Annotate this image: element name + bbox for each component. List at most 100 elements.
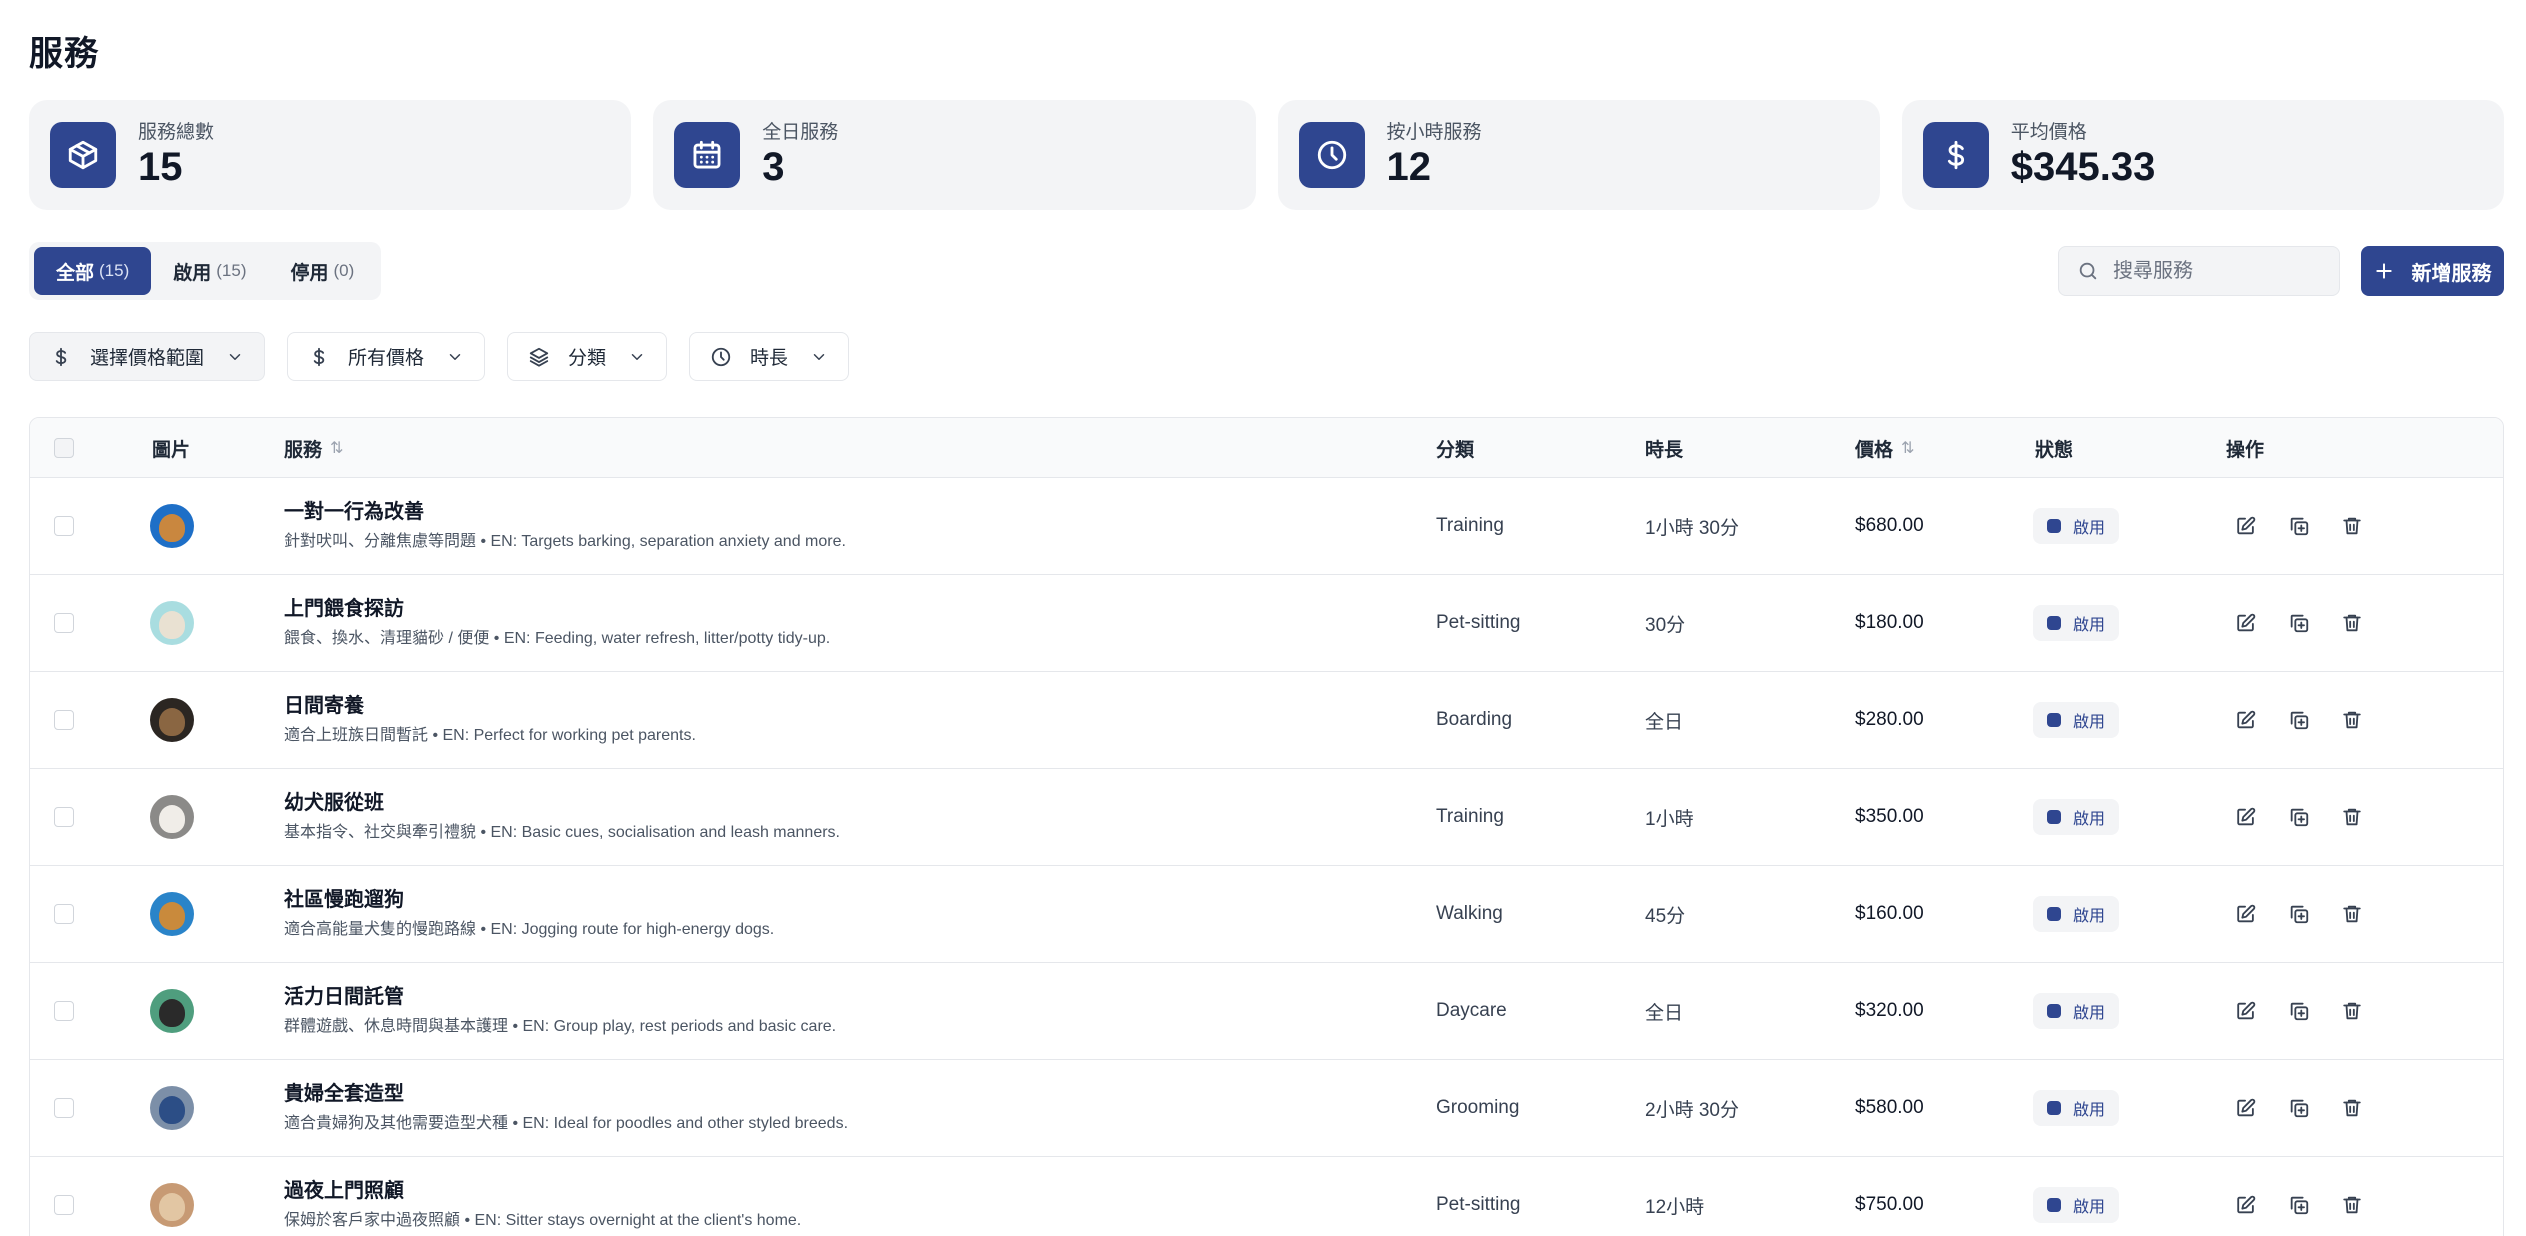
table-row[interactable]: 社區慢跑遛狗 適合高能量犬隻的慢跑路線 • EN: Jogging route … bbox=[30, 866, 2503, 963]
stats-row: 服務總數 15 全日服務 3 按小時服務 12 平均價格 $345.33 bbox=[29, 100, 2504, 210]
duplicate-button[interactable] bbox=[2283, 898, 2315, 930]
service-name[interactable]: 社區慢跑遛狗 bbox=[284, 886, 774, 914]
duplicate-button[interactable] bbox=[2283, 801, 2315, 833]
edit-button[interactable] bbox=[2230, 801, 2262, 833]
status-label: 啟用 bbox=[2073, 714, 2106, 731]
edit-button[interactable] bbox=[2230, 1189, 2262, 1221]
price-range-filter[interactable]: 選擇價格範圍 bbox=[29, 332, 266, 381]
service-category: Pet-sitting bbox=[1436, 612, 1521, 633]
service-name[interactable]: 上門餵食探訪 bbox=[284, 595, 830, 623]
row-checkbox[interactable] bbox=[54, 1001, 74, 1021]
row-checkbox[interactable] bbox=[54, 807, 74, 827]
delete-button[interactable] bbox=[2336, 1092, 2368, 1124]
service-duration: 1小時 30分 bbox=[1645, 517, 1739, 539]
stat-card-average-price: 平均價格 $345.33 bbox=[1901, 100, 2504, 210]
filter-label: 分類 bbox=[568, 348, 607, 369]
table-row[interactable]: 日間寄養 適合上班族日間暫託 • EN: Perfect for working… bbox=[30, 672, 2503, 769]
service-name[interactable]: 日間寄養 bbox=[284, 692, 696, 720]
delete-button[interactable] bbox=[2336, 995, 2368, 1027]
service-duration: 45分 bbox=[1645, 905, 1686, 927]
service-duration: 30分 bbox=[1645, 614, 1686, 636]
status-dot bbox=[2047, 616, 2061, 630]
service-duration: 12小時 bbox=[1645, 1196, 1705, 1218]
edit-button[interactable] bbox=[2230, 607, 2262, 639]
row-checkbox[interactable] bbox=[54, 710, 74, 730]
copy-plus-icon bbox=[2290, 614, 2309, 633]
service-name[interactable]: 一對一行為改善 bbox=[284, 498, 846, 526]
price-filter[interactable]: 所有價格 bbox=[287, 332, 486, 381]
edit-button[interactable] bbox=[2230, 510, 2262, 542]
tab-all[interactable]: 全部 (15) bbox=[34, 247, 152, 295]
tab-inactive[interactable]: 停用 (0) bbox=[269, 247, 377, 295]
duplicate-button[interactable] bbox=[2283, 510, 2315, 542]
duplicate-button[interactable] bbox=[2283, 995, 2315, 1027]
status-badge: 啟用 bbox=[2033, 1090, 2120, 1126]
copy-plus-icon bbox=[2290, 1002, 2309, 1021]
edit-button[interactable] bbox=[2230, 704, 2262, 736]
column-label: 服務 bbox=[284, 439, 323, 461]
service-name[interactable]: 幼犬服從班 bbox=[284, 789, 840, 817]
table-row[interactable]: 上門餵食探訪 餵食、換水、清理貓砂 / 便便 • EN: Feeding, wa… bbox=[30, 575, 2503, 672]
service-price: $180.00 bbox=[1855, 612, 1924, 633]
delete-button[interactable] bbox=[2336, 704, 2368, 736]
edit-button[interactable] bbox=[2230, 898, 2262, 930]
stat-value: $345.33 bbox=[2010, 145, 2156, 189]
row-checkbox[interactable] bbox=[54, 516, 74, 536]
edit-button[interactable] bbox=[2230, 1092, 2262, 1124]
service-duration: 全日 bbox=[1645, 711, 1684, 733]
chevron-down-icon bbox=[631, 353, 643, 360]
box-icon bbox=[50, 122, 116, 188]
service-name[interactable]: 貴婦全套造型 bbox=[284, 1080, 848, 1108]
calendar-icon bbox=[674, 122, 741, 188]
column-category: 分類 bbox=[1436, 439, 1475, 461]
service-category: Training bbox=[1436, 515, 1504, 536]
row-checkbox[interactable] bbox=[54, 904, 74, 924]
service-price: $350.00 bbox=[1855, 806, 1924, 827]
tab-count: (0) bbox=[333, 261, 355, 280]
table-body: 一對一行為改善 針對吠叫、分離焦慮等問題 • EN: Targets barki… bbox=[30, 478, 2503, 1236]
edit-button[interactable] bbox=[2230, 995, 2262, 1027]
table-row[interactable]: 過夜上門照顧 保姆於客戶家中過夜照顧 • EN: Sitter stays ov… bbox=[30, 1157, 2503, 1236]
copy-plus-icon bbox=[2290, 905, 2309, 924]
duplicate-button[interactable] bbox=[2283, 1092, 2315, 1124]
row-checkbox[interactable] bbox=[54, 1195, 74, 1215]
duplicate-button[interactable] bbox=[2283, 704, 2315, 736]
delete-button[interactable] bbox=[2336, 898, 2368, 930]
table-row[interactable]: 活力日間託管 群體遊戲、休息時間與基本護理 • EN: Group play, … bbox=[30, 963, 2503, 1060]
trash-icon bbox=[2343, 1002, 2361, 1020]
duplicate-button[interactable] bbox=[2283, 1189, 2315, 1221]
copy-plus-icon bbox=[2290, 711, 2309, 730]
duration-filter[interactable]: 時長 bbox=[689, 332, 850, 381]
search-input[interactable] bbox=[2113, 259, 2313, 283]
category-filter[interactable]: 分類 bbox=[507, 332, 668, 381]
table-row[interactable]: 貴婦全套造型 適合貴婦狗及其他需要造型犬種 • EN: Ideal for po… bbox=[30, 1060, 2503, 1157]
delete-button[interactable] bbox=[2336, 607, 2368, 639]
delete-button[interactable] bbox=[2336, 801, 2368, 833]
table-row[interactable]: 一對一行為改善 針對吠叫、分離焦慮等問題 • EN: Targets barki… bbox=[30, 478, 2503, 575]
service-description: 適合上班族日間暫託 • EN: Perfect for working pet … bbox=[284, 727, 696, 744]
edit-icon bbox=[2237, 1195, 2256, 1214]
row-checkbox[interactable] bbox=[54, 613, 74, 633]
tab-active[interactable]: 啟用 (15) bbox=[151, 247, 268, 295]
service-name[interactable]: 過夜上門照顧 bbox=[284, 1177, 801, 1205]
row-checkbox[interactable] bbox=[54, 1098, 74, 1118]
select-all-checkbox[interactable] bbox=[54, 438, 74, 458]
service-price: $160.00 bbox=[1855, 903, 1924, 924]
chevron-down-icon bbox=[449, 353, 461, 360]
status-label: 啟用 bbox=[2073, 617, 2106, 634]
table-row[interactable]: 幼犬服從班 基本指令、社交與牽引禮貌 • EN: Basic cues, soc… bbox=[30, 769, 2503, 866]
column-price[interactable]: 價格 ⇅ bbox=[1855, 418, 1914, 478]
status-label: 啟用 bbox=[2073, 811, 2106, 828]
status-badge: 啟用 bbox=[2033, 702, 2120, 738]
filter-label: 所有價格 bbox=[348, 348, 425, 369]
copy-plus-icon bbox=[2290, 1099, 2309, 1118]
duplicate-button[interactable] bbox=[2283, 607, 2315, 639]
delete-button[interactable] bbox=[2336, 1189, 2368, 1221]
status-dot bbox=[2047, 713, 2061, 727]
column-service[interactable]: 服務 ⇅ bbox=[284, 418, 343, 478]
trash-icon bbox=[2343, 614, 2361, 632]
add-service-button[interactable]: 新增服務 bbox=[2361, 246, 2504, 296]
service-name[interactable]: 活力日間託管 bbox=[284, 983, 836, 1011]
delete-button[interactable] bbox=[2336, 510, 2368, 542]
clock-icon bbox=[711, 347, 731, 366]
